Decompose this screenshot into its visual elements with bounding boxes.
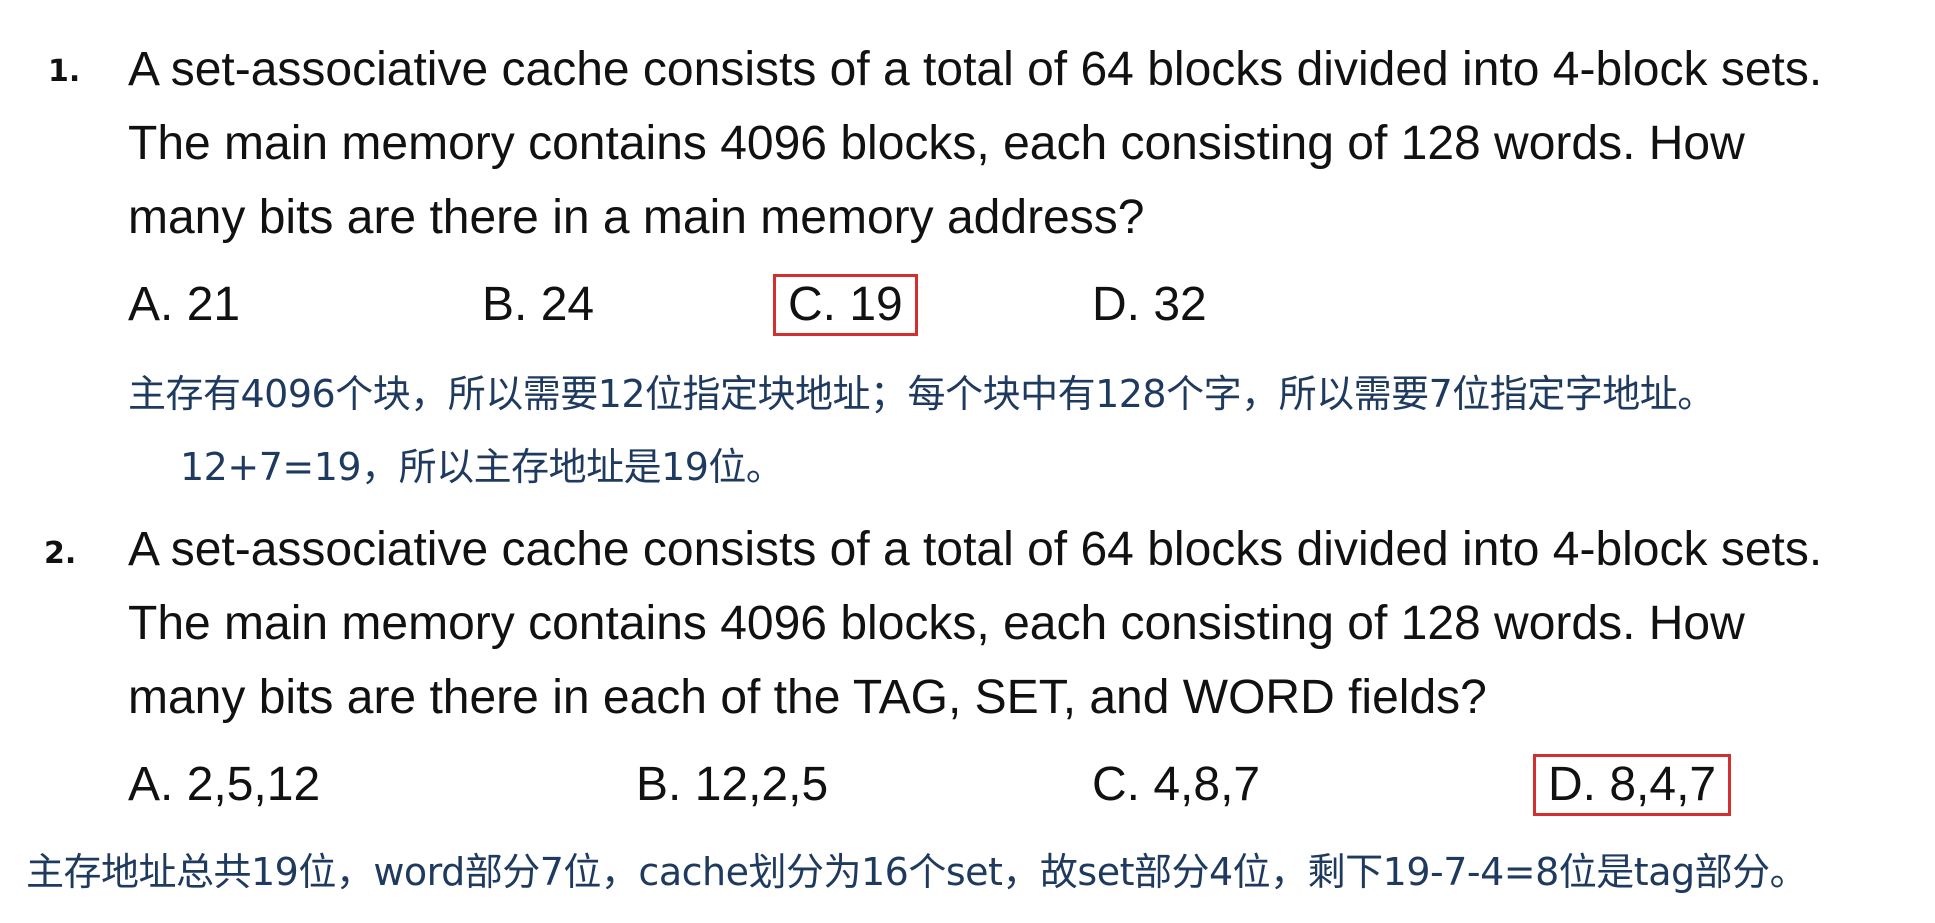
question-number: 2. xyxy=(44,536,77,571)
question-text-line: A set-associative cache consists of a to… xyxy=(128,43,1823,96)
explanation-line: 主存地址总共19位，word部分7位，cache划分为16个set，故set部分… xyxy=(26,850,1808,894)
option-a: A. 21 xyxy=(128,278,241,331)
question-number: 1. xyxy=(48,54,81,89)
option-a: A. 2,5,12 xyxy=(128,758,321,811)
question-text-line: A set-associative cache consists of a to… xyxy=(128,523,1823,576)
option-d-correct-answer: D. 8,4,7 xyxy=(1533,754,1732,816)
option-b: B. 12,2,5 xyxy=(636,758,829,811)
option-b: B. 24 xyxy=(482,278,595,331)
option-c-correct-answer: C. 19 xyxy=(773,274,918,336)
question-text-line: many bits are there in a main memory add… xyxy=(128,191,1145,244)
question-text-line: The main memory contains 4096 blocks, ea… xyxy=(128,597,1745,650)
question-text-line: The main memory contains 4096 blocks, ea… xyxy=(128,117,1745,170)
option-d: D. 32 xyxy=(1092,278,1207,331)
option-c: C. 4,8,7 xyxy=(1092,758,1261,811)
explanation-line: 主存有4096个块，所以需要12位指定块地址；每个块中有128个字，所以需要7位… xyxy=(128,372,1715,416)
question-text-line: many bits are there in each of the TAG, … xyxy=(128,671,1487,724)
explanation-line: 12+7=19，所以主存地址是19位。 xyxy=(180,445,784,489)
